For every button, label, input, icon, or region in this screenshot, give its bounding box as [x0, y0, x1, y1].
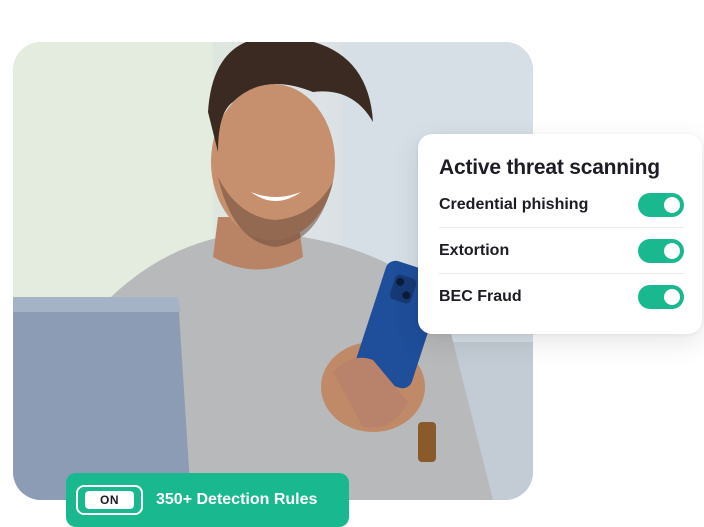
threat-label: Credential phishing [439, 195, 589, 213]
toggle-knob [664, 289, 680, 305]
threat-scanning-card: Active threat scanning Credential phishi… [418, 134, 702, 334]
threat-row-credential-phishing: Credential phishing [439, 182, 684, 228]
threat-card-title: Active threat scanning [439, 156, 660, 179]
toggle-knob [664, 196, 680, 213]
detection-rules-text: 350+ Detection Rules [156, 491, 318, 508]
toggle-knob [664, 242, 680, 259]
threat-label: Extortion [439, 241, 510, 259]
credential-phishing-toggle[interactable] [638, 192, 684, 217]
threat-label: BEC Fraud [439, 288, 522, 305]
on-label: ON [85, 491, 134, 509]
threat-row-extortion: Extortion [439, 228, 684, 274]
detection-rules-badge: ON 350+ Detection Rules [66, 473, 349, 527]
on-toggle-pill[interactable]: ON [76, 485, 143, 515]
bec-fraud-toggle[interactable] [638, 285, 684, 309]
threat-row-bec-fraud: BEC Fraud [439, 274, 684, 320]
extortion-toggle[interactable] [638, 238, 684, 263]
